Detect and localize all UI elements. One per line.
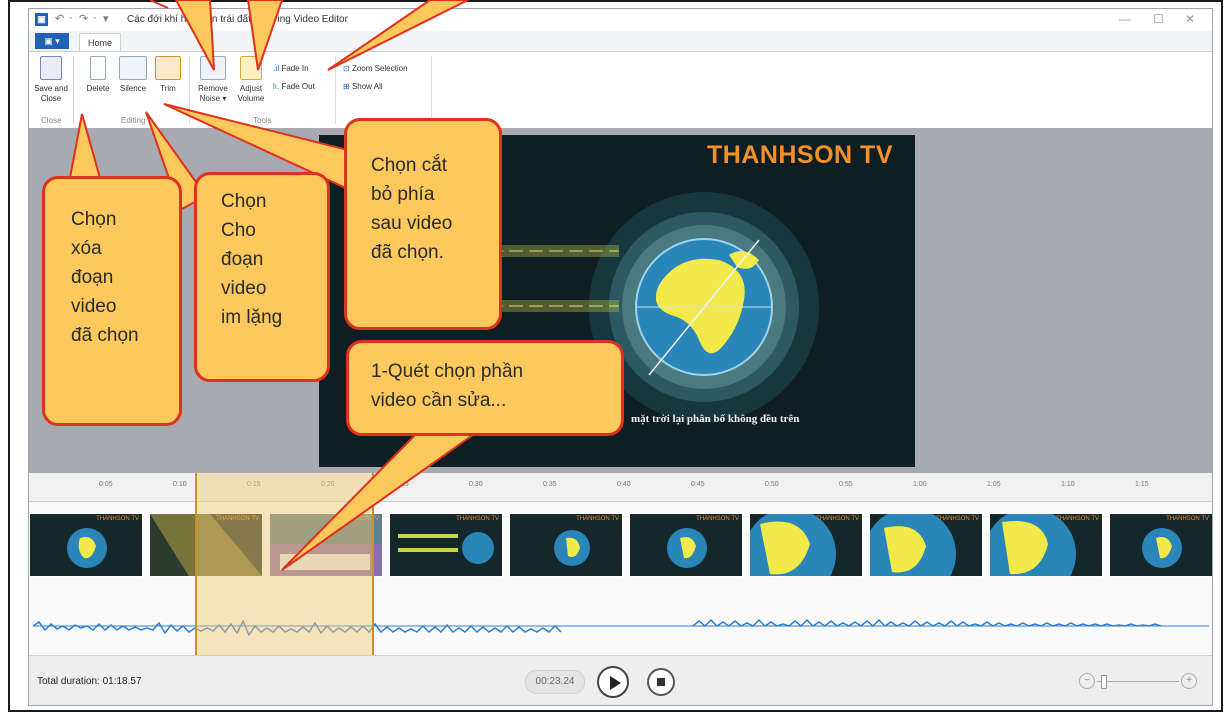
arrow-adjust-volume: [246, 0, 284, 71]
arrow-fade: [327, 0, 469, 71]
annotation-arrows: [149, 0, 469, 71]
arrow-remove-noise: [174, 0, 215, 71]
